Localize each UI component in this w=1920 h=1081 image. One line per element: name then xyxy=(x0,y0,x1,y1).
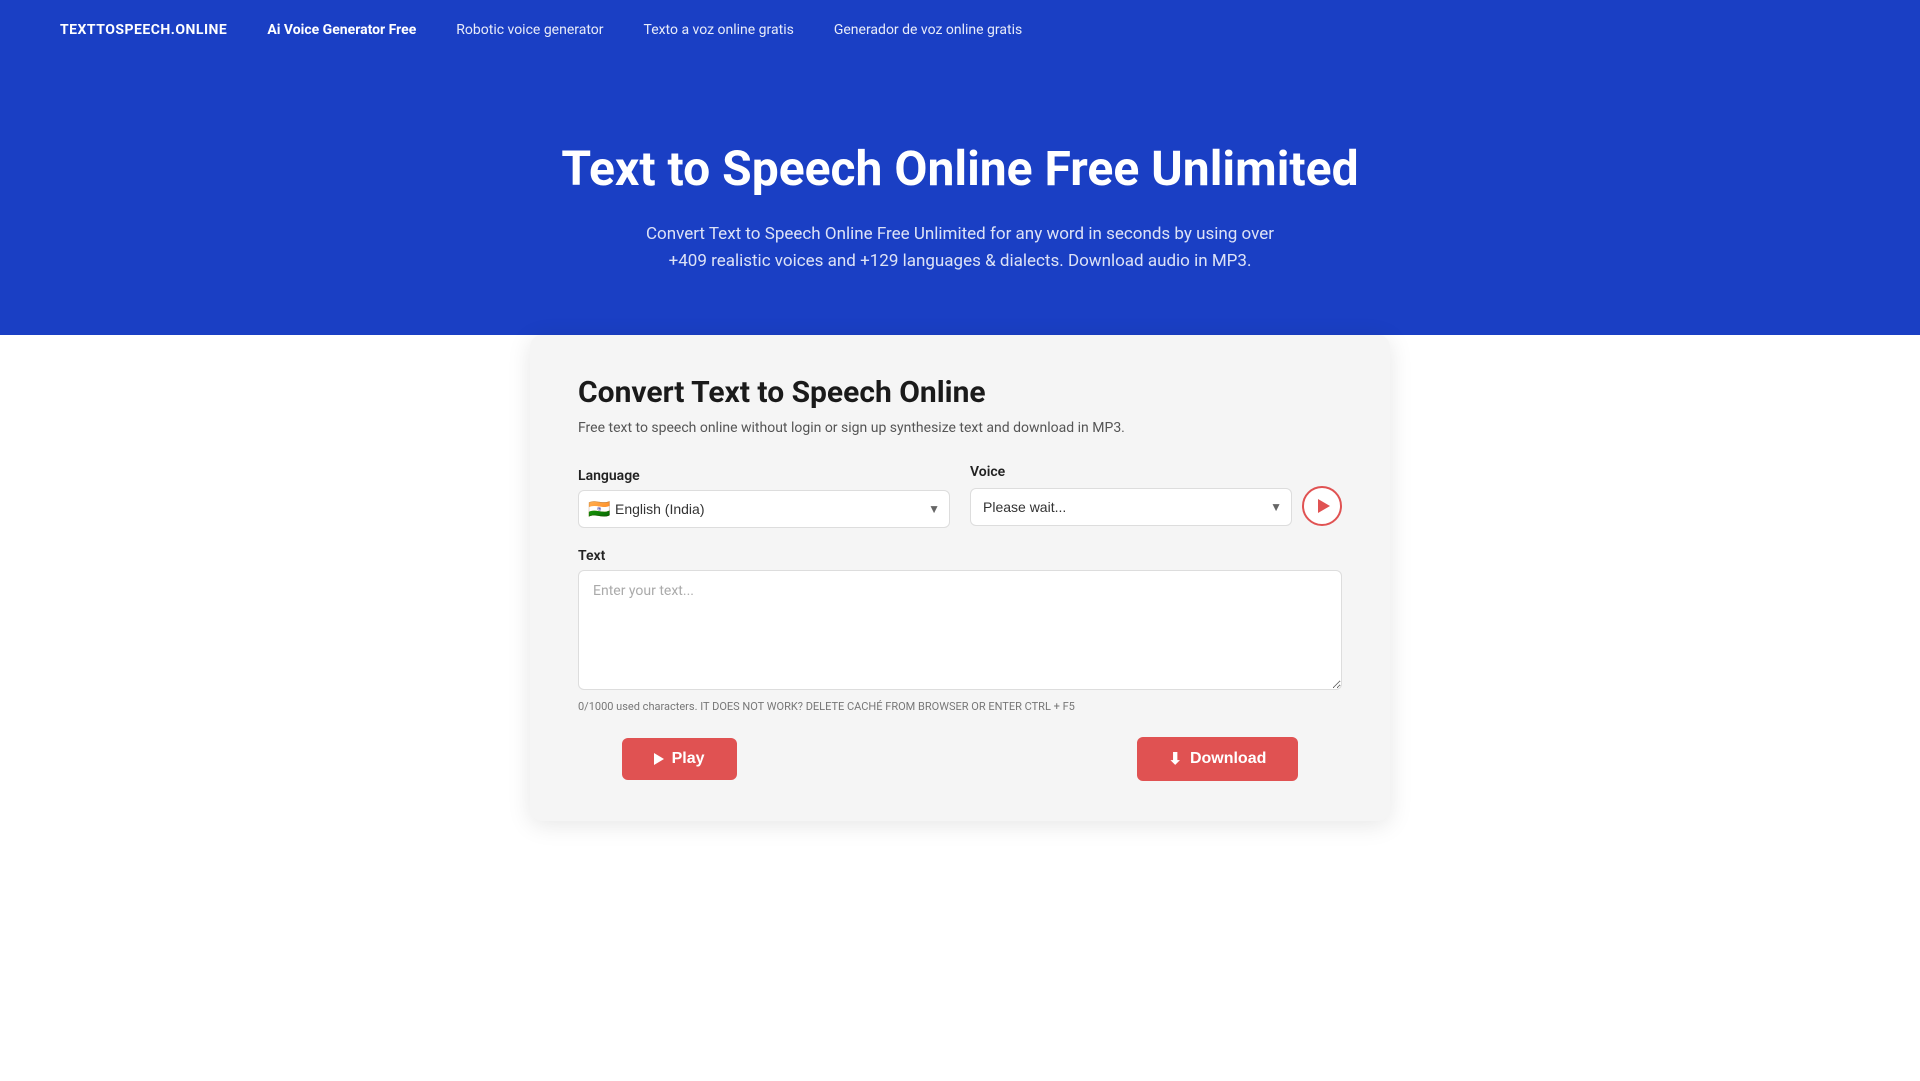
nav-logo[interactable]: TEXTTOSPEECH.ONLINE xyxy=(60,22,227,38)
below-fold xyxy=(0,881,1920,1081)
download-button[interactable]: ⬇ Download xyxy=(1137,737,1299,781)
play-button[interactable]: Play xyxy=(622,738,737,780)
voice-group: Voice Please wait... ▼ xyxy=(970,464,1342,528)
language-select-wrapper: 🇮🇳 English (India) ▼ xyxy=(578,490,950,528)
card-title: Convert Text to Speech Online xyxy=(578,375,1342,410)
language-group: Language 🇮🇳 English (India) ▼ xyxy=(578,468,950,528)
text-label: Text xyxy=(578,548,1342,564)
download-button-label: Download xyxy=(1190,750,1266,768)
nav-link-generador[interactable]: Generador de voz online gratis xyxy=(834,22,1022,38)
language-select[interactable]: English (India) xyxy=(578,490,950,528)
voice-label: Voice xyxy=(970,464,1342,480)
play-button-label: Play xyxy=(672,750,705,768)
voice-preview-button[interactable] xyxy=(1302,486,1342,526)
header: TEXTTOSPEECH.ONLINE Ai Voice Generator F… xyxy=(0,0,1920,60)
nav-link-texto[interactable]: Texto a voz online gratis xyxy=(644,22,794,38)
converter-card: Convert Text to Speech Online Free text … xyxy=(530,335,1390,821)
language-label: Language xyxy=(578,468,950,484)
nav-link-ai-voice[interactable]: Ai Voice Generator Free xyxy=(267,22,416,38)
char-count: 0/1000 used characters. IT DOES NOT WORK… xyxy=(578,700,1342,713)
buttons-row: Play ⬇ Download xyxy=(578,737,1342,781)
navigation: TEXTTOSPEECH.ONLINE Ai Voice Generator F… xyxy=(60,22,1022,38)
form-row: Language 🇮🇳 English (India) ▼ Voice Plea… xyxy=(578,464,1342,528)
play-button-icon xyxy=(654,753,664,765)
card-description: Free text to speech online without login… xyxy=(578,420,1342,436)
card-wrapper: Convert Text to Speech Online Free text … xyxy=(0,335,1920,881)
download-button-icon: ⬇ xyxy=(1169,749,1182,769)
voice-select-wrapper: Please wait... ▼ xyxy=(970,488,1292,526)
hero-subtitle: Convert Text to Speech Online Free Unlim… xyxy=(640,221,1280,275)
hero-title: Text to Speech Online Free Unlimited xyxy=(40,140,1880,197)
play-triangle-icon xyxy=(1318,499,1330,513)
voice-select[interactable]: Please wait... xyxy=(970,488,1292,526)
text-input[interactable] xyxy=(578,570,1342,690)
nav-link-robotic[interactable]: Robotic voice generator xyxy=(456,22,603,38)
